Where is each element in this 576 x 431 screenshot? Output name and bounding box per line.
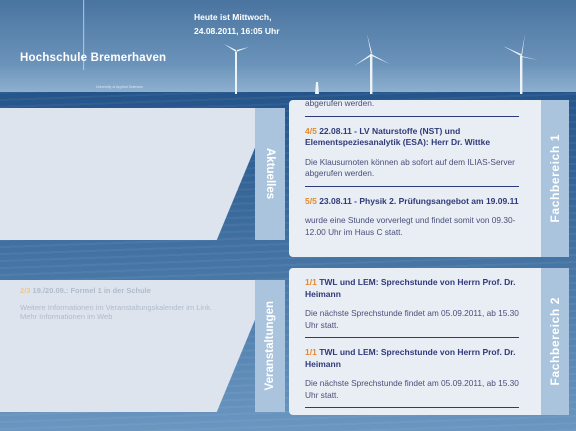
- fachbereich-2-news-list: 1/1 TWL und LEM: Sprechstunde von Herrn …: [289, 268, 541, 415]
- aktuelles-panel-body: [0, 108, 255, 240]
- date-line-weekday: Heute ist Mittwoch,: [194, 12, 272, 22]
- divider: [305, 115, 519, 117]
- news-item[interactable]: 1/1 TWL und LEM: Sprechstunde von Herrn …: [305, 277, 531, 331]
- news-item-text: wurde eine Stunde vorverlegt und findet …: [305, 215, 516, 237]
- fb1-top-text: abgerufen werden.: [305, 100, 375, 108]
- news-item[interactable]: 1/1 TWL und LEM: Sprechstunde von Herrn …: [305, 347, 531, 401]
- wind-turbine-2: [354, 34, 390, 94]
- news-item-text: Die nächste Sprechstunde findet am 05.09…: [305, 308, 519, 330]
- news-item-title[interactable]: 1/1 TWL und LEM: Sprechstunde von Herrn …: [305, 347, 531, 370]
- tab-aktuelles-label: Aktuelles: [264, 148, 276, 200]
- news-item[interactable]: 5/5 23.08.11 - Physik 2. Prüfungsangebot…: [305, 196, 531, 239]
- news-item-number: 1/1: [305, 347, 317, 357]
- news-item-text: Die nächste Sprechstunde findet am 05.09…: [305, 378, 519, 400]
- university-logo-subtitle: University of Applied Sciences: [96, 85, 143, 89]
- divider: [305, 407, 519, 408]
- veranstaltungen-panel: Veranstaltungen 2/3 19./20.09.: Formel 1…: [0, 280, 285, 412]
- wind-turbine-3: [503, 34, 538, 94]
- wind-turbine-4: [315, 82, 319, 94]
- veranstaltungen-item-line2: Mehr Informationen im Web: [20, 312, 113, 321]
- veranstaltungen-item-number: 2/3: [20, 286, 31, 295]
- news-item-title-text: 22.08.11 - LV Naturstoffe (NST) und Elem…: [305, 125, 491, 148]
- tab-fachbereich-2[interactable]: Fachbereich 2: [541, 268, 569, 415]
- divider: [305, 185, 519, 187]
- veranstaltungen-item-title: 19./20.09.: Formel 1 in der Schule: [32, 286, 151, 295]
- news-item[interactable]: 4/5 22.08.11 - LV Naturstoffe (NST) und …: [305, 126, 531, 180]
- tab-fachbereich-1-label: Fachbereich 1: [548, 134, 562, 223]
- tab-fachbereich-2-label: Fachbereich 2: [548, 297, 562, 386]
- veranstaltungen-item[interactable]: 2/3 19./20.09.: Formel 1 in der Schule W…: [20, 286, 250, 321]
- current-date: Heute ist Mittwoch, 24.08.2011, 16:05 Uh…: [194, 10, 334, 38]
- date-line-datetime: 24.08.2011, 16:05 Uhr: [194, 26, 280, 36]
- tab-veranstaltungen-label: Veranstaltungen: [264, 301, 276, 391]
- tab-aktuelles[interactable]: Aktuelles: [255, 108, 285, 240]
- tab-fachbereich-1[interactable]: Fachbereich 1: [541, 100, 569, 257]
- news-item-title-text: 23.08.11 - Physik 2. Prüfungsangebot am …: [319, 195, 519, 206]
- news-item-number: 4/5: [305, 125, 317, 136]
- news-item-title-text: TWL und LEM: Sprechstunde von Herrn Prof…: [305, 347, 516, 369]
- news-item-title[interactable]: 4/5 22.08.11 - LV Naturstoffe (NST) und …: [305, 126, 531, 149]
- divider: [305, 337, 519, 338]
- news-item-text: Die Klausurnoten können ab sofort auf de…: [305, 156, 515, 179]
- fachbereich-1-news-list: abgerufen werden. 4/5 22.08.11 - LV Natu…: [289, 100, 541, 257]
- tab-veranstaltungen[interactable]: Veranstaltungen: [255, 280, 285, 412]
- fachbereich-1-panel: abgerufen werden. 4/5 22.08.11 - LV Natu…: [289, 100, 576, 257]
- news-item-number: 5/5: [305, 195, 317, 206]
- news-item-title-text: TWL und LEM: Sprechstunde von Herrn Prof…: [305, 277, 516, 299]
- fachbereich-2-panel: 1/1 TWL und LEM: Sprechstunde von Herrn …: [289, 268, 576, 415]
- news-item-number: 1/1: [305, 277, 317, 287]
- aktuelles-panel: Aktuelles: [0, 108, 285, 240]
- news-item-title[interactable]: 1/1 TWL und LEM: Sprechstunde von Herrn …: [305, 277, 531, 300]
- wind-turbine-1: [224, 44, 249, 94]
- veranstaltungen-item-line1: Weitere Informationen im Veranstaltungsk…: [20, 303, 213, 312]
- university-logo[interactable]: Hochschule Bremerhaven: [20, 52, 166, 64]
- news-item-title[interactable]: 5/5 23.08.11 - Physik 2. Prüfungsangebot…: [305, 196, 531, 208]
